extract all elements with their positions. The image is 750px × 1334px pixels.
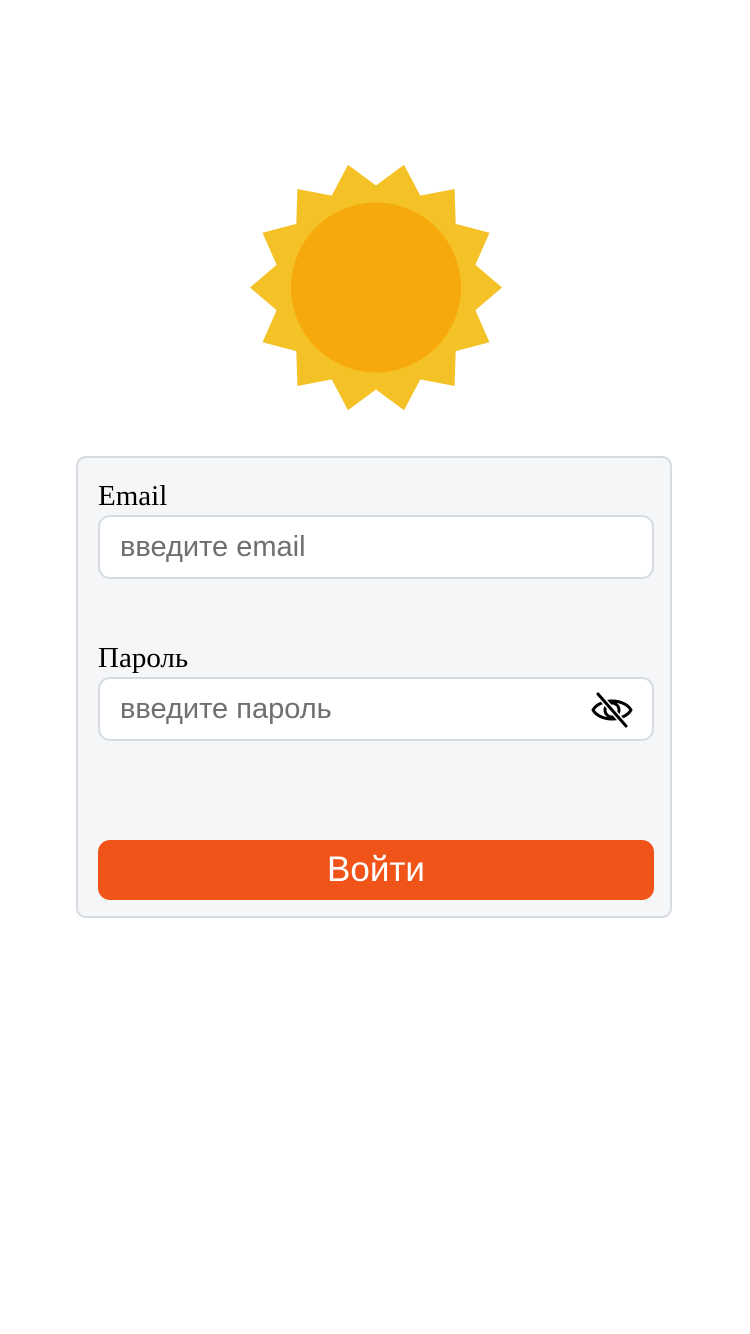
password-input[interactable] [100, 679, 652, 739]
sun-logo [248, 162, 504, 413]
email-label: Email [98, 480, 168, 512]
show-password-toggle[interactable] [590, 692, 634, 728]
email-input[interactable] [100, 517, 652, 577]
login-screen: Email Пароль Войти [0, 0, 750, 1334]
password-field-container [98, 677, 654, 741]
email-field-container [98, 515, 654, 579]
eye-off-icon [591, 692, 633, 728]
password-label: Пароль [98, 642, 189, 674]
login-form: Email Пароль Войти [76, 456, 672, 918]
login-button[interactable]: Войти [98, 840, 654, 900]
sun-disc [291, 202, 461, 373]
sun-icon [250, 164, 502, 411]
